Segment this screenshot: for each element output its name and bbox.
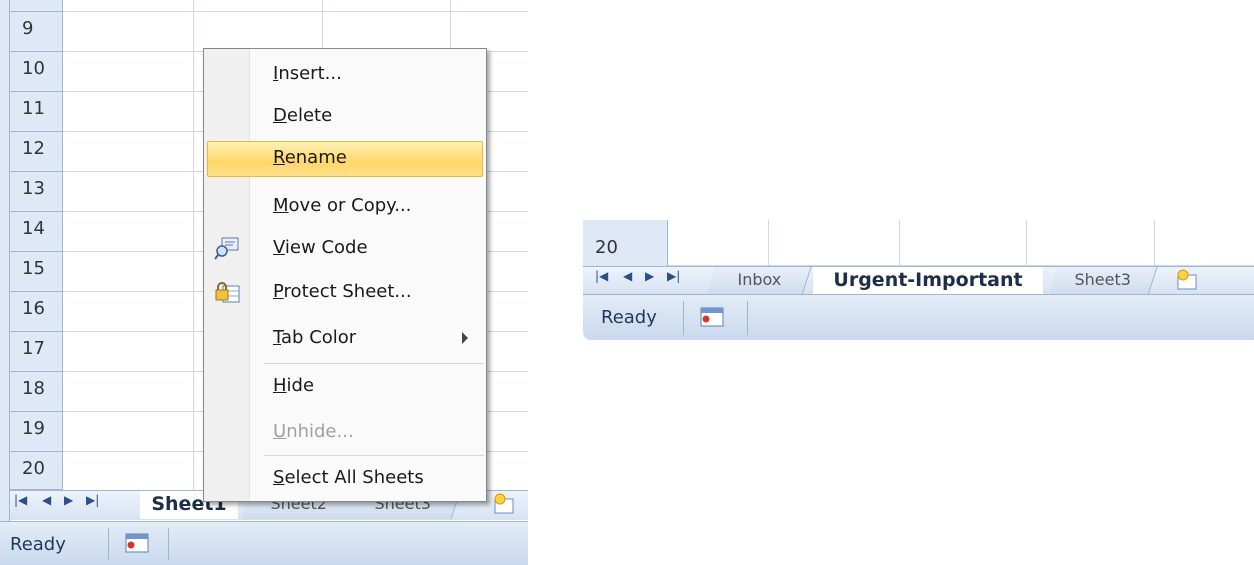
row-header[interactable]: 16 — [10, 292, 63, 332]
row-header[interactable]: 17 — [10, 332, 63, 372]
sheet-tab-label: Sheet3 — [1074, 270, 1132, 289]
menu-item-label: View Code — [273, 237, 368, 258]
status-separator — [168, 528, 169, 560]
row-header[interactable]: 12 — [10, 132, 63, 172]
menu-text: elete — [286, 105, 333, 126]
row-header[interactable]: 10 — [10, 52, 63, 92]
last-sheet-icon[interactable]: ▶| — [667, 269, 680, 283]
sheet-tab-inbox[interactable]: Inbox — [706, 267, 812, 295]
macro-record-icon[interactable] — [700, 306, 724, 328]
menu-item-protect-sheet[interactable]: Protect Sheet... — [204, 273, 486, 313]
menu-item-label: Tab Color — [273, 327, 356, 348]
first-sheet-icon[interactable]: |◀ — [595, 269, 608, 283]
menu-text: iew Code — [284, 237, 368, 258]
submenu-arrow-icon — [462, 332, 468, 344]
sheet-context-menu: Insert... Delete Rename Move or Copy... … — [203, 48, 487, 502]
grid-row[interactable] — [63, 0, 528, 12]
status-text: Ready — [10, 534, 66, 555]
protect-sheet-icon — [215, 282, 240, 303]
mnemonic: D — [273, 105, 287, 126]
macro-record-icon[interactable] — [125, 532, 149, 554]
menu-item-delete[interactable]: Delete — [204, 97, 486, 137]
insert-sheet-icon[interactable] — [1175, 269, 1201, 291]
right-excel-panel: 20 |◀ ◀ ▶ ▶| Inbox Urgent-Important Shee… — [583, 220, 1254, 342]
status-bar: Ready — [583, 294, 1254, 340]
row-header[interactable]: 9 — [10, 12, 63, 52]
status-separator — [108, 528, 109, 560]
menu-text: ove or Copy... — [288, 195, 412, 216]
column-gridline — [1154, 220, 1155, 266]
menu-text: ide — [286, 375, 315, 396]
menu-item-view-code[interactable]: View Code — [204, 229, 486, 269]
menu-text: nhide... — [286, 421, 354, 442]
menu-item-select-all-sheets[interactable]: Select All Sheets — [204, 459, 486, 499]
grid-row[interactable] — [668, 220, 1254, 266]
mnemonic: R — [273, 147, 285, 168]
mnemonic: M — [273, 195, 289, 216]
mnemonic: V — [273, 237, 285, 258]
menu-item-label: Insert... — [273, 63, 342, 84]
window-left-edge — [0, 0, 10, 565]
insert-sheet-icon[interactable] — [492, 493, 518, 515]
row-header[interactable]: 14 — [10, 212, 63, 252]
mnemonic: P — [273, 281, 284, 302]
column-gridline — [1026, 220, 1027, 266]
prev-sheet-icon[interactable]: ◀ — [623, 269, 632, 283]
next-sheet-icon[interactable]: ▶ — [64, 493, 73, 507]
view-code-icon — [214, 237, 239, 260]
menu-item-label: Protect Sheet... — [273, 281, 412, 302]
menu-separator — [264, 363, 484, 364]
menu-separator — [264, 455, 484, 456]
row-header[interactable]: 20 — [583, 220, 668, 266]
row-header-partial — [10, 0, 63, 12]
sheet-tab-bar: |◀ ◀ ▶ ▶| Inbox Urgent-Important Sheet3 — [583, 266, 1254, 295]
menu-item-label: Delete — [273, 105, 332, 126]
menu-text: ab Color — [281, 327, 357, 348]
status-separator — [683, 301, 684, 335]
menu-text: rotect Sheet... — [283, 281, 412, 302]
menu-item-label: Select All Sheets — [273, 467, 424, 488]
menu-item-hide[interactable]: Hide — [204, 367, 486, 407]
menu-item-label: Hide — [273, 375, 314, 396]
menu-item-rename[interactable]: Rename — [204, 139, 486, 179]
column-gridline — [768, 220, 769, 266]
sheet-tab-urgent-important[interactable]: Urgent-Important — [813, 267, 1043, 295]
menu-text: ename — [284, 147, 347, 168]
next-sheet-icon[interactable]: ▶ — [645, 269, 654, 283]
mnemonic: T — [273, 327, 282, 348]
column-gridline — [193, 0, 194, 490]
menu-item-move-or-copy[interactable]: Move or Copy... — [204, 187, 486, 227]
menu-item-label: Unhide... — [273, 421, 354, 442]
status-bar: Ready — [0, 521, 528, 565]
last-sheet-icon[interactable]: ▶| — [86, 493, 99, 507]
prev-sheet-icon[interactable]: ◀ — [42, 493, 51, 507]
status-text: Ready — [601, 307, 657, 328]
row-header[interactable]: 13 — [10, 172, 63, 212]
menu-item-tab-color[interactable]: Tab Color — [204, 319, 486, 359]
row-header[interactable]: 15 — [10, 252, 63, 292]
menu-text: nsert... — [278, 63, 342, 84]
column-gridline — [899, 220, 900, 266]
left-excel-panel: 9 10 11 12 13 14 15 16 17 18 19 20 |◀ ◀ … — [0, 0, 528, 565]
row-header[interactable]: 19 — [10, 412, 63, 452]
mnemonic: U — [273, 421, 287, 442]
row-header[interactable]: 20 — [10, 452, 63, 490]
status-separator — [747, 301, 748, 335]
sheet-tab-sheet3[interactable]: Sheet3 — [1048, 267, 1158, 295]
sheet-tab-label: Inbox — [737, 270, 781, 289]
grid-row[interactable] — [63, 12, 528, 52]
first-sheet-icon[interactable]: |◀ — [14, 493, 27, 507]
row-header[interactable]: 18 — [10, 372, 63, 412]
row-header[interactable]: 11 — [10, 92, 63, 132]
menu-text: elect All Sheets — [284, 467, 424, 488]
mnemonic: S — [273, 467, 285, 488]
menu-item-unhide: Unhide... — [204, 413, 486, 453]
mnemonic: H — [273, 375, 287, 396]
menu-item-insert[interactable]: Insert... — [204, 55, 486, 95]
menu-item-label: Move or Copy... — [273, 195, 411, 216]
menu-item-label: Rename — [273, 147, 347, 168]
